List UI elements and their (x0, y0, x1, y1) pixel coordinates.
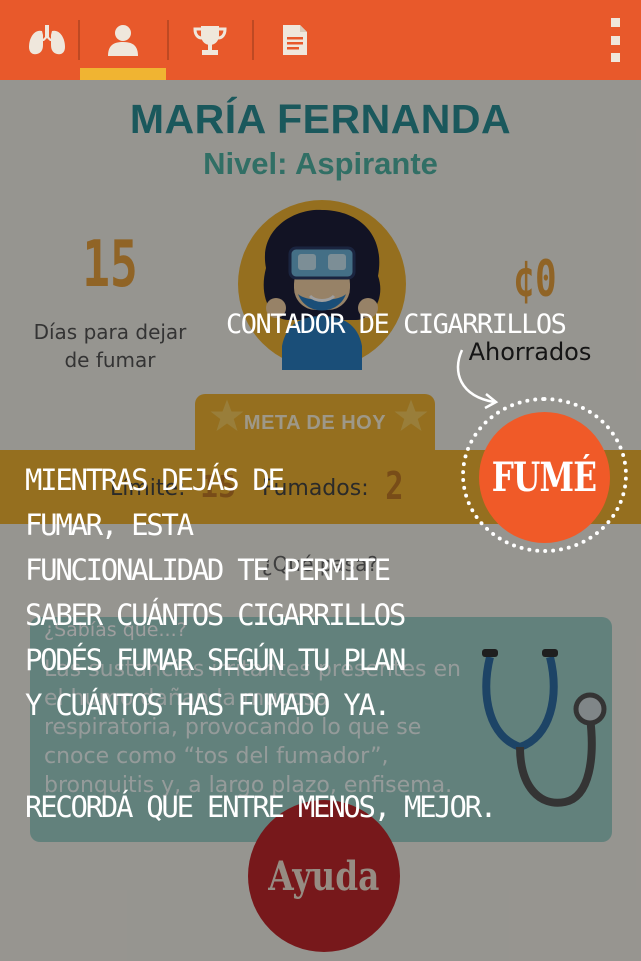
tab-documents[interactable] (255, 0, 335, 80)
nav-divider (252, 20, 254, 60)
document-icon (283, 25, 307, 55)
user-icon (108, 25, 138, 56)
more-vertical-icon[interactable] (603, 18, 627, 62)
trophy-icon (193, 26, 227, 55)
tutorial-line: Y CUÁNTOS HAS FUMADO YA. (25, 688, 391, 722)
top-navigation-bar (0, 0, 641, 80)
tutorial-text: MIENTRAS DEJÁS DE FUMAR, ESTA FUNCIONALI… (25, 458, 625, 728)
nav-divider (167, 20, 169, 60)
tab-profile[interactable] (80, 0, 166, 80)
active-tab-indicator (80, 68, 166, 80)
tutorial-line: SABER CUÁNTOS CIGARRILLOS (25, 598, 406, 632)
tutorial-line: MIENTRAS DEJÁS DE (25, 463, 285, 497)
lungs-icon (29, 25, 65, 55)
tab-achievements[interactable] (170, 0, 250, 80)
tutorial-title: CONTADOR DE CIGARRILLOS (226, 309, 567, 340)
tutorial-footnote: RECORDÁ QUE ENTRE MENOS, MEJOR. (25, 790, 497, 824)
tab-lungs[interactable] (12, 0, 82, 80)
tutorial-line: FUMAR, ESTA (25, 508, 194, 542)
arrow-icon (456, 349, 499, 410)
tutorial-line: PODÉS FUMAR SEGÚN TU PLAN (25, 643, 406, 677)
tutorial-line: FUNCIONALIDAD TE PERMITE (25, 553, 391, 587)
